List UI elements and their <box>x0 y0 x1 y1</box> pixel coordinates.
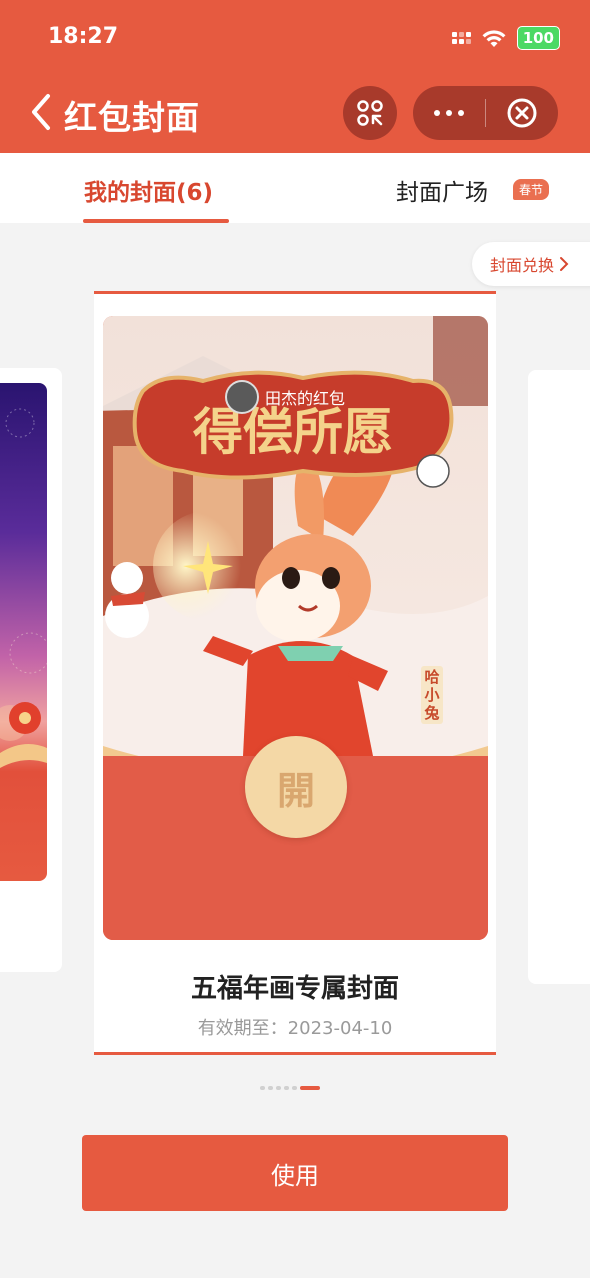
battery-indicator: 100 <box>516 26 560 50</box>
chevron-left-icon[interactable] <box>28 92 58 132</box>
avatar <box>225 380 259 414</box>
sender-info: 田杰的红包 <box>225 380 345 414</box>
redeem-cover-button[interactable]: 封面兑换 <box>472 242 590 286</box>
pager-dot <box>260 1086 265 1090</box>
close-circle-icon <box>507 98 537 128</box>
open-label: 開 <box>276 767 315 813</box>
mini-program-capsule <box>413 86 558 140</box>
scan-icon <box>357 100 383 126</box>
pager-dot <box>284 1086 289 1090</box>
redeem-label: 封面兑换 <box>490 256 555 275</box>
pager-dot <box>292 1086 297 1090</box>
cover-validity: 有效期至：2023-04-10 <box>197 1018 393 1039</box>
fireworks-illustration <box>0 408 47 768</box>
tab-my-covers[interactable]: 我的封面(6) <box>84 173 213 207</box>
chevron-right-icon <box>560 257 569 271</box>
pager-dot <box>276 1086 281 1090</box>
cover-preview[interactable]: 得偿所愿 田杰的红包 哈小兔 開 <box>103 316 488 940</box>
signal-icon <box>451 32 471 44</box>
status-time: 18:27 <box>48 24 119 49</box>
next-cover-card[interactable] <box>528 370 590 984</box>
more-icon <box>434 110 440 116</box>
prev-cover-image[interactable] <box>0 383 47 881</box>
more-button[interactable] <box>413 86 485 140</box>
cover-card: 得偿所愿 田杰的红包 哈小兔 開 五福年画专属封面 有效期至：2023-04-1… <box>94 291 496 1055</box>
sender-name: 田杰的红包 <box>265 389 346 408</box>
status-icons: 100 <box>451 26 560 50</box>
pager-dots <box>260 1086 320 1090</box>
use-cover-button[interactable]: 使用 <box>82 1135 508 1211</box>
header-bar: 18:27 100 红包封面 <box>0 0 590 153</box>
open-button[interactable]: 開 <box>245 736 347 838</box>
wifi-icon <box>482 30 506 47</box>
character-name-tag: 哈小兔 <box>421 666 443 724</box>
close-button[interactable] <box>486 86 558 140</box>
cover-title: 五福年画专属封面 <box>190 974 399 1004</box>
spring-festival-badge: 春节 <box>513 179 550 200</box>
pager-dot <box>268 1086 273 1090</box>
tab-active-indicator <box>83 219 229 223</box>
tab-cover-square[interactable]: 封面广场 <box>396 173 488 207</box>
scan-button[interactable] <box>343 86 397 140</box>
pager-dot-active <box>300 1086 320 1090</box>
page-title: 红包封面 <box>64 98 200 137</box>
tab-bar: 我的封面(6) 封面广场 春节 <box>0 153 590 223</box>
